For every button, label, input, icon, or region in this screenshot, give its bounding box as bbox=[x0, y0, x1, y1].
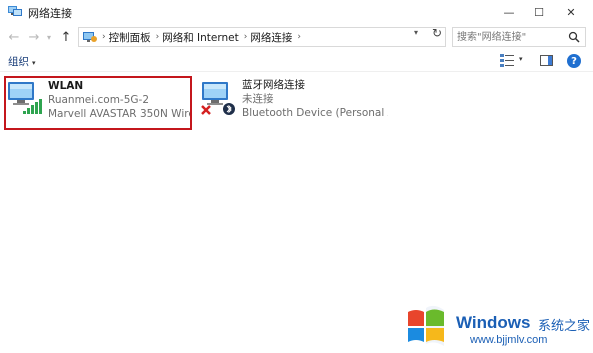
watermark-site-name: 系统之家 bbox=[538, 319, 591, 334]
forward-button[interactable]: → bbox=[26, 28, 42, 46]
command-bar: 组织 ▾ ▾ ? bbox=[0, 50, 593, 72]
connection-name: 蓝牙网络连接 bbox=[242, 79, 305, 91]
connection-details: 蓝牙网络连接 未连接 Bluetooth Device (Personal Ar… bbox=[242, 78, 388, 120]
up-button[interactable]: ↑ bbox=[58, 28, 74, 46]
breadcrumb-separator[interactable]: › bbox=[297, 32, 301, 42]
back-button[interactable]: ← bbox=[6, 28, 22, 46]
connection-item-bluetooth[interactable]: 蓝牙网络连接 未连接 Bluetooth Device (Personal Ar… bbox=[200, 78, 390, 132]
breadcrumb-network-internet[interactable]: 网络和 Internet bbox=[162, 30, 239, 45]
bluetooth-adapter-icon bbox=[201, 82, 235, 115]
breadcrumb-separator[interactable]: › bbox=[244, 32, 248, 42]
windows-logo-icon bbox=[408, 305, 444, 346]
close-button[interactable]: ✕ bbox=[556, 0, 586, 24]
search-icon[interactable] bbox=[568, 31, 580, 43]
watermark: Windows 系统之家 www.bjjmlv.com bbox=[404, 300, 593, 350]
connection-status: 未连接 bbox=[242, 93, 274, 105]
connection-device: Marvell AVASTAR 350N Wireless... bbox=[48, 108, 190, 120]
breadcrumb-separator[interactable]: › bbox=[156, 32, 160, 42]
breadcrumb-separator: › bbox=[102, 32, 106, 42]
recent-locations-button[interactable]: ▾ bbox=[44, 28, 54, 46]
network-connections-icon bbox=[8, 6, 22, 16]
title-bar: 网络连接 — ☐ ✕ bbox=[0, 0, 593, 24]
address-history-dropdown[interactable]: ▾ bbox=[414, 28, 418, 37]
search-input[interactable] bbox=[457, 28, 567, 46]
connection-item-wlan[interactable]: WLAN Ruanmei.com-5G-2 Marvell AVASTAR 35… bbox=[4, 76, 192, 130]
change-view-icon[interactable] bbox=[500, 54, 514, 67]
connection-name: WLAN bbox=[48, 80, 84, 92]
search-box[interactable] bbox=[452, 27, 586, 47]
preview-pane-icon[interactable] bbox=[540, 55, 553, 66]
organize-menu[interactable]: 组织 ▾ bbox=[8, 54, 36, 69]
refresh-button[interactable]: ↻ bbox=[432, 26, 442, 40]
connection-details: WLAN Ruanmei.com-5G-2 Marvell AVASTAR 35… bbox=[48, 79, 190, 121]
minimize-button[interactable]: — bbox=[494, 0, 524, 24]
wifi-adapter-icon bbox=[8, 82, 42, 114]
address-row: ← → ▾ ↑ › 控制面板 › 网络和 Internet › 网络连接 › ▾… bbox=[0, 24, 593, 50]
view-options-dropdown[interactable]: ▾ bbox=[519, 55, 523, 63]
organize-label: 组织 bbox=[8, 56, 29, 68]
watermark-url: www.bjjmlv.com bbox=[470, 334, 548, 346]
control-panel-icon bbox=[83, 32, 97, 42]
chevron-down-icon: ▾ bbox=[32, 59, 36, 67]
breadcrumb-network-connections[interactable]: 网络连接 bbox=[250, 30, 292, 45]
breadcrumb-control-panel[interactable]: 控制面板 bbox=[109, 30, 151, 45]
connection-network: Ruanmei.com-5G-2 bbox=[48, 94, 150, 106]
maximize-button[interactable]: ☐ bbox=[524, 0, 554, 24]
connection-device: Bluetooth Device (Personal Area... bbox=[242, 107, 388, 119]
watermark-brand: Windows bbox=[456, 313, 531, 332]
help-icon[interactable]: ? bbox=[567, 54, 581, 68]
address-bar[interactable]: › 控制面板 › 网络和 Internet › 网络连接 › bbox=[78, 27, 446, 47]
window-title: 网络连接 bbox=[28, 7, 72, 20]
